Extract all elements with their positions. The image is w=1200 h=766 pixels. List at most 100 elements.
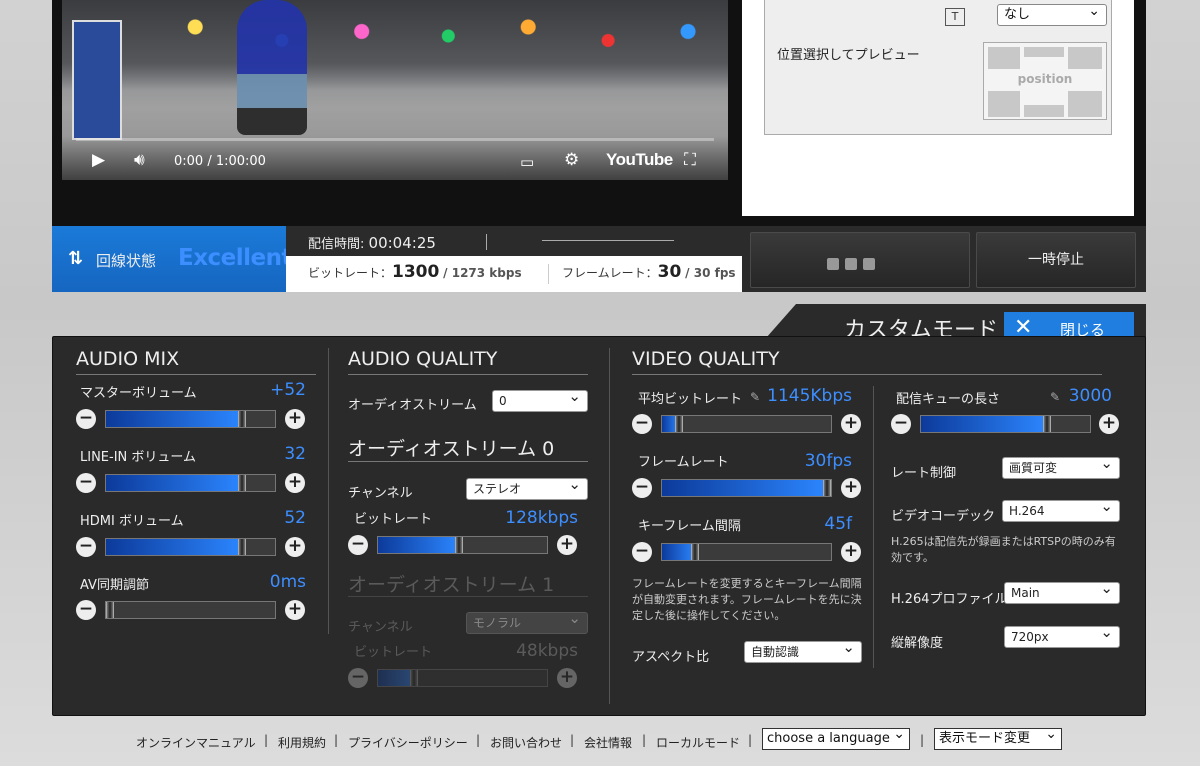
framerate-note: フレームレートを変更するとキーフレーム間隔が自動変更されます。フレームレートを先… — [632, 577, 862, 622]
video-codec-select[interactable]: H.264 — [1002, 496, 1120, 522]
av-sync-value: 0ms — [269, 572, 306, 592]
audio-mix-title: AUDIO MIX — [76, 348, 180, 370]
avg-bitrate-slider[interactable] — [661, 415, 832, 433]
avg-bitrate-label: 平均ビットレート — [638, 392, 743, 407]
hdmi-volume-minus-button[interactable]: − — [76, 537, 96, 557]
line-in-volume-slider[interactable] — [105, 474, 276, 492]
framerate-value: 30fps — [804, 451, 852, 471]
divider — [328, 348, 329, 634]
audio-stream-select[interactable]: 0 — [492, 386, 588, 412]
keyframe-minus-button[interactable]: − — [632, 542, 652, 562]
position-top-center[interactable] — [1024, 47, 1064, 57]
display-mode-select[interactable]: 表示モード変更 — [934, 724, 1062, 750]
divider — [632, 374, 1102, 375]
footer-link-terms[interactable]: 利用規約 — [278, 734, 326, 751]
av-sync-plus-button[interactable]: + — [285, 600, 305, 620]
position-top-left[interactable] — [988, 47, 1020, 69]
queue-length-plus-button[interactable]: + — [1099, 414, 1119, 434]
pencil-icon[interactable]: ✎ — [750, 390, 760, 404]
bitrate-actual: / 1273 kbps — [443, 266, 522, 280]
h264-profile-select[interactable]: Main — [1004, 578, 1120, 604]
audio-bitrate-slider[interactable] — [377, 536, 548, 554]
footer-link-manual[interactable]: オンラインマニュアル — [136, 734, 256, 751]
video-quality-title: VIDEO QUALITY — [632, 348, 780, 370]
volume-icon[interactable]: 🔊︎ — [134, 150, 145, 170]
position-bottom-right[interactable] — [1068, 91, 1102, 117]
audio-bitrate-1-minus-button[interactable]: − — [348, 668, 368, 688]
divider — [348, 596, 588, 597]
master-volume-minus-button[interactable]: − — [76, 409, 96, 429]
duration-value: 00:04:25 — [368, 234, 436, 252]
position-bottom-center[interactable] — [1024, 105, 1064, 117]
text-overlay-select[interactable]: なし — [997, 1, 1107, 26]
more-button[interactable] — [750, 232, 970, 288]
rate-control-label: レート制御 — [891, 466, 957, 481]
avg-bitrate-minus-button[interactable]: − — [632, 414, 652, 434]
stream-stats: 配信時間: 00:04:25 ビットレート：1300 / 1273 kbps フ… — [286, 226, 742, 292]
keyframe-plus-button[interactable]: + — [841, 542, 861, 562]
audio-bitrate-1-slider[interactable] — [377, 669, 548, 687]
footer-link-local-mode[interactable]: ローカルモード — [656, 734, 740, 751]
footer-separator: | — [642, 733, 647, 747]
rate-control-select[interactable]: 画質可変 — [1002, 453, 1120, 479]
master-volume-plus-button[interactable]: + — [285, 409, 305, 429]
updown-arrows-icon: ⇅ — [68, 248, 84, 269]
audio-stream-0-title: オーディオストリーム 0 — [348, 438, 555, 460]
audio-bitrate-1-plus-button[interactable]: + — [557, 668, 577, 688]
divider — [873, 386, 874, 668]
channel-1-select[interactable]: モノラル — [466, 608, 588, 634]
youtube-logo[interactable]: YouTube — [606, 150, 673, 170]
footer-link-contact[interactable]: お問い合わせ — [490, 734, 562, 751]
footer-separator: | — [476, 733, 481, 747]
framerate-value: 30 — [657, 262, 682, 282]
channel-label: チャンネル — [348, 486, 413, 501]
av-sync-minus-button[interactable]: − — [76, 600, 96, 620]
master-volume-slider[interactable] — [105, 410, 276, 428]
position-top-right[interactable] — [1068, 47, 1102, 69]
av-sync-label: AV同期調節 — [80, 578, 149, 593]
subtitles-icon[interactable]: ▭ — [520, 152, 534, 172]
hdmi-volume-slider[interactable] — [105, 538, 276, 556]
hdmi-volume-value: 52 — [284, 508, 306, 528]
framerate-minus-button[interactable]: − — [632, 478, 652, 498]
audio-bitrate-minus-button[interactable]: − — [348, 535, 368, 555]
line-in-volume-plus-button[interactable]: + — [285, 473, 305, 493]
pause-button[interactable]: 一時停止 — [976, 232, 1136, 288]
position-grid[interactable]: position — [983, 42, 1107, 120]
queue-length-slider[interactable] — [920, 415, 1091, 433]
queue-length-label: 配信キューの長さ — [896, 392, 1001, 407]
footer-separator: | — [264, 733, 269, 747]
video-player[interactable]: ▶ 🔊︎ 0:00 / 1:00:00 ▭ ⚙ YouTube ⛶ — [62, 0, 728, 180]
divider — [548, 264, 549, 284]
aspect-ratio-select[interactable]: 自動認識 — [744, 637, 862, 663]
audio-quality-title: AUDIO QUALITY — [348, 348, 498, 370]
play-icon[interactable]: ▶ — [92, 150, 105, 170]
queue-length-minus-button[interactable]: − — [891, 414, 911, 434]
bitrate-value: 1300 — [392, 262, 440, 282]
language-select[interactable]: choose a language — [762, 724, 910, 750]
vertical-resolution-label: 縦解像度 — [891, 636, 944, 651]
av-sync-slider[interactable] — [105, 601, 276, 619]
footer-link-privacy[interactable]: プライバシーポリシー — [348, 734, 468, 751]
divider — [348, 374, 588, 375]
channel-select[interactable]: ステレオ — [466, 474, 588, 500]
framerate-stat: フレームレート：30 / 30 fps — [562, 262, 736, 282]
avg-bitrate-plus-button[interactable]: + — [841, 414, 861, 434]
position-bottom-left[interactable] — [988, 91, 1020, 117]
framerate-plus-button[interactable]: + — [841, 478, 861, 498]
vertical-resolution-select[interactable]: 720px — [1004, 622, 1120, 648]
framerate-slider[interactable] — [661, 479, 832, 497]
gear-icon[interactable]: ⚙ — [564, 150, 579, 170]
channel-1-label: チャンネル — [348, 620, 413, 635]
hdmi-volume-plus-button[interactable]: + — [285, 537, 305, 557]
progress-bar[interactable] — [76, 138, 714, 141]
keyframe-slider[interactable] — [661, 543, 832, 561]
footer-separator: | — [920, 733, 925, 747]
line-in-volume-minus-button[interactable]: − — [76, 473, 96, 493]
audio-bitrate-plus-button[interactable]: + — [557, 535, 577, 555]
footer-link-company[interactable]: 会社情報 — [584, 734, 632, 751]
footer-separator: | — [570, 733, 575, 747]
divider — [609, 348, 610, 704]
audio-bitrate-1-value: 48kbps — [516, 641, 578, 661]
fullscreen-icon[interactable]: ⛶ — [684, 150, 696, 170]
